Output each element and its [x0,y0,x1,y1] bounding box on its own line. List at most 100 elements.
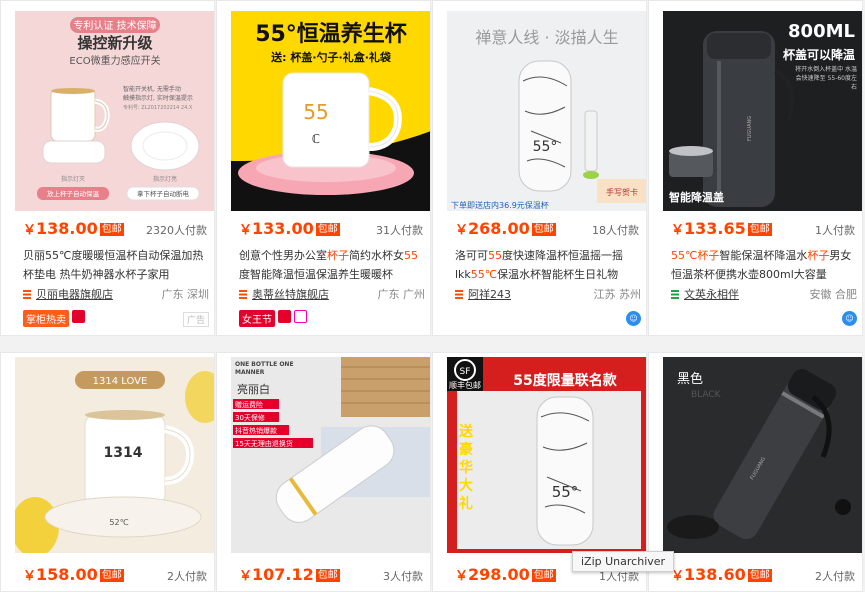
sales-count: 2320人付款 [146,224,207,237]
price-row: ￥138.00 包邮 2320人付款 [23,219,207,241]
shop-row: 阿祥243 江苏 苏州 [455,286,641,302]
price-row: ￥268.00 包邮 18人付款 [455,219,639,241]
product-card[interactable]: 800ML 杯盖可以降温 将开水倒入杯盖中 水温会快速降至 55-60度左右 F… [648,0,863,336]
free-shipping-badge: 包邮 [531,569,556,582]
product-title[interactable]: 洛可可55度快速降温杯恒温摇一摇lkk55℃保温水杯智能杯生日礼物 [455,246,643,284]
shop-location: 江苏 苏州 [593,288,642,301]
svg-text:触摸指示灯, 实时保温提示: 触摸指示灯, 实时保温提示 [123,94,193,102]
price-row: ￥133.00 包邮 31人付款 [239,219,423,241]
badge-row: 掌柜热卖 广告 [23,310,209,328]
product-price: 298.00 [468,565,530,584]
product-price: 158.00 [36,565,98,584]
sales-count: 1人付款 [815,224,855,237]
svg-text:专利号: ZL2017202214 24.X: 专利号: ZL2017202214 24.X [123,104,193,111]
product-title[interactable]: 贝丽55℃度暖暖恒温杯自动保温加热杯垫电 热牛奶神器水杯子家用 [23,246,211,284]
product-price: 133.00 [252,219,314,238]
shop-location: 安徽 合肥 [809,288,858,301]
sales-count: 18人付款 [592,224,639,237]
free-shipping-badge: 包邮 [531,223,556,236]
price-row: ￥158.00 包邮 2人付款 [23,565,207,587]
free-shipping-badge: 包邮 [99,569,124,582]
product-title[interactable]: 创意个性男办公室杯子简约水杯女55度智能降温恒温保温养生暖暖杯 [239,246,427,284]
product-title[interactable]: 55℃杯子智能保温杯降温水杯子男女恒温茶杯便携水壶800ml大容量 [671,246,859,284]
svg-text:赠运费险: 赠运费险 [235,400,263,409]
shop-icon [455,290,463,299]
product-price: 107.12 [252,565,314,584]
product-logo: 55° [533,139,558,155]
lcd-reading: 55 [303,100,328,124]
badge-row: ☺ [671,310,857,328]
shop-location: 广东 深圳 [161,288,210,301]
currency-symbol: ￥ [239,569,253,584]
promo-icon [72,310,85,323]
img-color-name: 亮丽白 [237,382,270,396]
shop-name-link[interactable]: 文英永相伴 [684,288,739,301]
img-headline: 操控新升级 [77,34,153,52]
badge-row: ☺ [455,310,641,328]
svg-text:下单即送店内36.9元保温杯: 下单即送店内36.9元保温杯 [451,200,549,210]
hot-sale-badge: 掌柜热卖 [23,310,69,327]
shop-name-link[interactable]: 阿祥243 [468,288,511,301]
currency-symbol: ￥ [23,223,37,238]
free-shipping-badge: 包邮 [99,223,124,236]
tooltip: iZip Unarchiver [572,551,675,572]
product-image[interactable]: ONE BOTTLE ONE MANNER 亮丽白 赠运费险 30天保修 抖音热… [231,357,430,553]
svg-text:智能开关机, 无需手动: 智能开关机, 无需手动 [123,85,181,93]
shop-row: 贝丽电器旗舰店 广东 深圳 [23,286,209,302]
sales-count: 2人付款 [815,570,855,583]
product-grid: 专利认证 技术保障 操控新升级 ECO微重力感应开关 智能开关机, 无需手动 触… [0,0,865,592]
product-image[interactable]: 专利认证 技术保障 操控新升级 ECO微重力感应开关 智能开关机, 无需手动 触… [15,11,214,211]
product-price: 138.00 [36,219,98,238]
price-row: ￥107.12 包邮 3人付款 [239,565,423,587]
svg-text:顺丰包邮: 顺丰包邮 [449,380,481,390]
wangwang-chat-icon[interactable]: ☺ [626,311,641,326]
svg-text:手写贺卡: 手写贺卡 [606,187,638,197]
svg-text:指示灯亮: 指示灯亮 [153,175,177,183]
currency-symbol: ￥ [239,223,253,238]
product-card[interactable]: 55°恒温养生杯 送: 杯盖·勺子·礼盒·礼袋 55 ℂ ￥133.00 包邮 3… [216,0,431,336]
img-headline: 禅意人线 · 淡描人生 [475,28,618,47]
img-headline: 55°恒温养生杯 [255,21,407,47]
promo-icon [278,310,291,323]
img-label: 1314 LOVE [93,376,148,387]
product-card[interactable]: 黑色 BLACK FUGUANG ￥138.60 包邮 2人付款 [648,352,863,592]
badge-row: 女王节 [239,310,425,328]
sales-count: 3人付款 [383,570,423,583]
free-shipping-badge: 包邮 [747,223,772,236]
shop-location: 广东 广州 [377,288,426,301]
product-price: 133.65 [684,219,746,238]
img-top-text: 专利认证 技术保障 [73,19,156,32]
shop-icon [671,290,679,299]
shop-name-link[interactable]: 奥蒂丝特旗舰店 [252,288,329,301]
product-image[interactable]: 黑色 BLACK FUGUANG [663,357,862,553]
shop-name-link[interactable]: 贝丽电器旗舰店 [36,288,113,301]
product-image[interactable]: SF 顺丰包邮 55度限量联名款 送豪华大礼 55° [447,357,646,553]
gift-icon [294,310,307,323]
img-subhead: 送: 杯盖·勺子·礼盒·礼袋 [270,50,392,64]
product-card[interactable]: 1314 LOVE 1314 52℃ ￥158.00 包邮 2人付款 [0,352,215,592]
product-card[interactable]: 禅意人线 · 淡描人生 55° 手写贺卡 下单即送店内36.9元保温杯 ￥268… [432,0,647,336]
shop-row: 奥蒂丝特旗舰店 广东 广州 [239,286,425,302]
svg-text:抖音热销爆款: 抖音热销爆款 [235,426,277,435]
queen-day-badge: 女王节 [239,310,275,327]
product-image[interactable]: 禅意人线 · 淡描人生 55° 手写贺卡 下单即送店内36.9元保温杯 [447,11,646,211]
ad-label: 广告 [182,312,209,327]
product-logo: 55° [552,483,579,501]
free-shipping-badge: 包邮 [315,569,340,582]
svg-text:放上杯子自动保温: 放上杯子自动保温 [47,189,100,198]
shop-icon [239,290,247,299]
free-shipping-badge: 包邮 [315,223,340,236]
currency-symbol: ￥ [455,569,469,584]
img-bottom-text: 智能降温盖 [669,190,724,204]
price-row: ￥138.60 包邮 2人付款 [671,565,855,587]
sales-count: 2人付款 [167,570,207,583]
lcd-reading: 52℃ [109,518,128,527]
currency-symbol: ￥ [23,569,37,584]
product-card[interactable]: 专利认证 技术保障 操控新升级 ECO微重力感应开关 智能开关机, 无需手动 触… [0,0,215,336]
product-image[interactable]: 1314 LOVE 1314 52℃ [15,357,214,553]
product-image[interactable]: 55°恒温养生杯 送: 杯盖·勺子·礼盒·礼袋 55 ℂ [231,11,430,211]
product-card[interactable]: ONE BOTTLE ONE MANNER 亮丽白 赠运费险 30天保修 抖音热… [216,352,431,592]
wangwang-chat-icon[interactable]: ☺ [842,311,857,326]
product-image[interactable]: 800ML 杯盖可以降温 将开水倒入杯盖中 水温会快速降至 55-60度左右 F… [663,11,862,211]
svg-text:ℂ: ℂ [312,132,321,146]
